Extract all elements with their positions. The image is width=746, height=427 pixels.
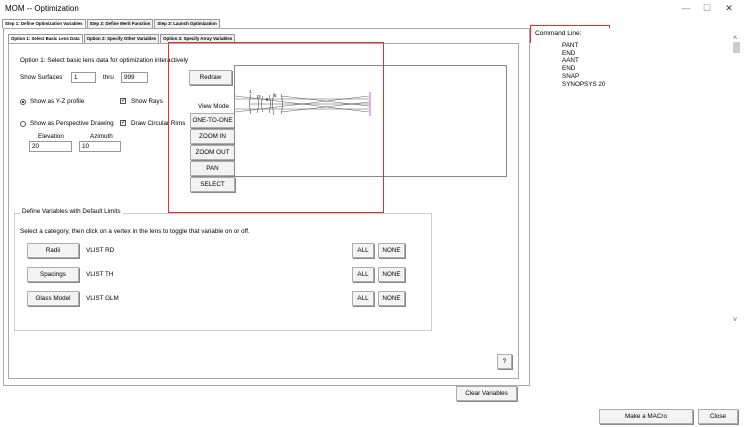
- tab-option-1[interactable]: Option 1: Select Basic Lens Data: [8, 34, 83, 43]
- spacings-none-button[interactable]: NONE: [378, 267, 405, 282]
- command-line-entry: SNAP: [562, 72, 580, 80]
- spacings-all-button[interactable]: ALL: [352, 267, 374, 282]
- yz-profile-label: Show as Y-Z profile: [30, 98, 85, 105]
- tab-step-3[interactable]: Step 3: Launch Optimization: [154, 19, 220, 28]
- azimuth-input[interactable]: 10: [79, 141, 121, 152]
- tab-step-1[interactable]: Step 1: Define Optimization Variables: [2, 19, 86, 28]
- tab-option-2[interactable]: Option 2: Specify Other Variables: [83, 34, 160, 43]
- azimuth-label: Azimuth: [90, 133, 113, 140]
- step-tabs: Step 1: Define Optimization Variables St…: [2, 19, 221, 28]
- surface-to-input[interactable]: 999: [121, 72, 148, 83]
- command-line-entry: PANT: [562, 42, 579, 49]
- yz-profile-radio[interactable]: [20, 99, 26, 105]
- radii-all-button[interactable]: ALL: [352, 243, 374, 258]
- elevation-input[interactable]: 20: [29, 141, 72, 152]
- clear-variables-button[interactable]: Clear Variables: [456, 386, 517, 401]
- title-bar: MOM -- Optimization — ☐ ✕: [0, 0, 746, 17]
- scrollbar-thumb[interactable]: [733, 42, 740, 53]
- show-rays-checkbox[interactable]: ✓: [120, 98, 126, 104]
- scroll-up-icon[interactable]: ˄: [733, 35, 737, 42]
- radii-button[interactable]: Radii: [27, 243, 79, 258]
- surface-from-input[interactable]: 1: [71, 72, 96, 83]
- define-variables-title: Define Variables with Default Limits: [20, 208, 123, 215]
- close-button[interactable]: Close: [698, 409, 738, 424]
- variables-instructions: Select a category, then click on a verte…: [20, 228, 250, 235]
- command-line-label: Command Line:: [535, 30, 582, 37]
- spacings-command: VLIST TH: [86, 271, 114, 278]
- show-surfaces-label: Show Surfaces: [20, 74, 63, 81]
- glass-model-command: VLIST GLM: [86, 295, 119, 302]
- glass-model-none-button[interactable]: NONE: [378, 291, 405, 306]
- option1-heading: Option 1: Select basic lens data for opt…: [20, 57, 189, 64]
- scroll-down-icon[interactable]: ˅: [733, 317, 737, 324]
- highlight-box-view: [168, 42, 384, 213]
- close-window-button[interactable]: ✕: [719, 2, 739, 15]
- tab-step-2[interactable]: Step 2: Define Merit Function: [86, 19, 154, 28]
- glass-model-all-button[interactable]: ALL: [352, 291, 374, 306]
- command-line-entry: END: [562, 65, 576, 73]
- radii-command: VLIST RD: [86, 247, 115, 254]
- perspective-label: Show as Perspective Drawing: [30, 120, 114, 127]
- show-rays-label: Show Rays: [131, 98, 163, 105]
- perspective-radio[interactable]: [20, 121, 26, 127]
- command-line-entry: AANT: [562, 57, 579, 65]
- draw-rims-checkbox[interactable]: ✓: [120, 120, 126, 126]
- command-line-list[interactable]: PANT END AANT END SNAP SYNOPSYS 20: [562, 42, 605, 88]
- help-button[interactable]: ?: [497, 354, 512, 369]
- maximize-button[interactable]: ☐: [697, 2, 717, 15]
- elevation-label: Elevation: [38, 133, 64, 140]
- minimize-button[interactable]: —: [676, 2, 696, 15]
- make-macro-button[interactable]: Make a MACro: [599, 409, 693, 424]
- command-line-entry: END: [562, 49, 576, 57]
- radii-none-button[interactable]: NONE: [378, 243, 405, 258]
- spacings-button[interactable]: Spacings: [27, 267, 79, 282]
- command-line-entry: SYNOPSYS 20: [562, 80, 606, 88]
- glass-model-button[interactable]: Glass Model: [27, 291, 79, 306]
- window-title: MOM -- Optimization: [5, 4, 79, 13]
- thru-label: thru: [103, 74, 114, 81]
